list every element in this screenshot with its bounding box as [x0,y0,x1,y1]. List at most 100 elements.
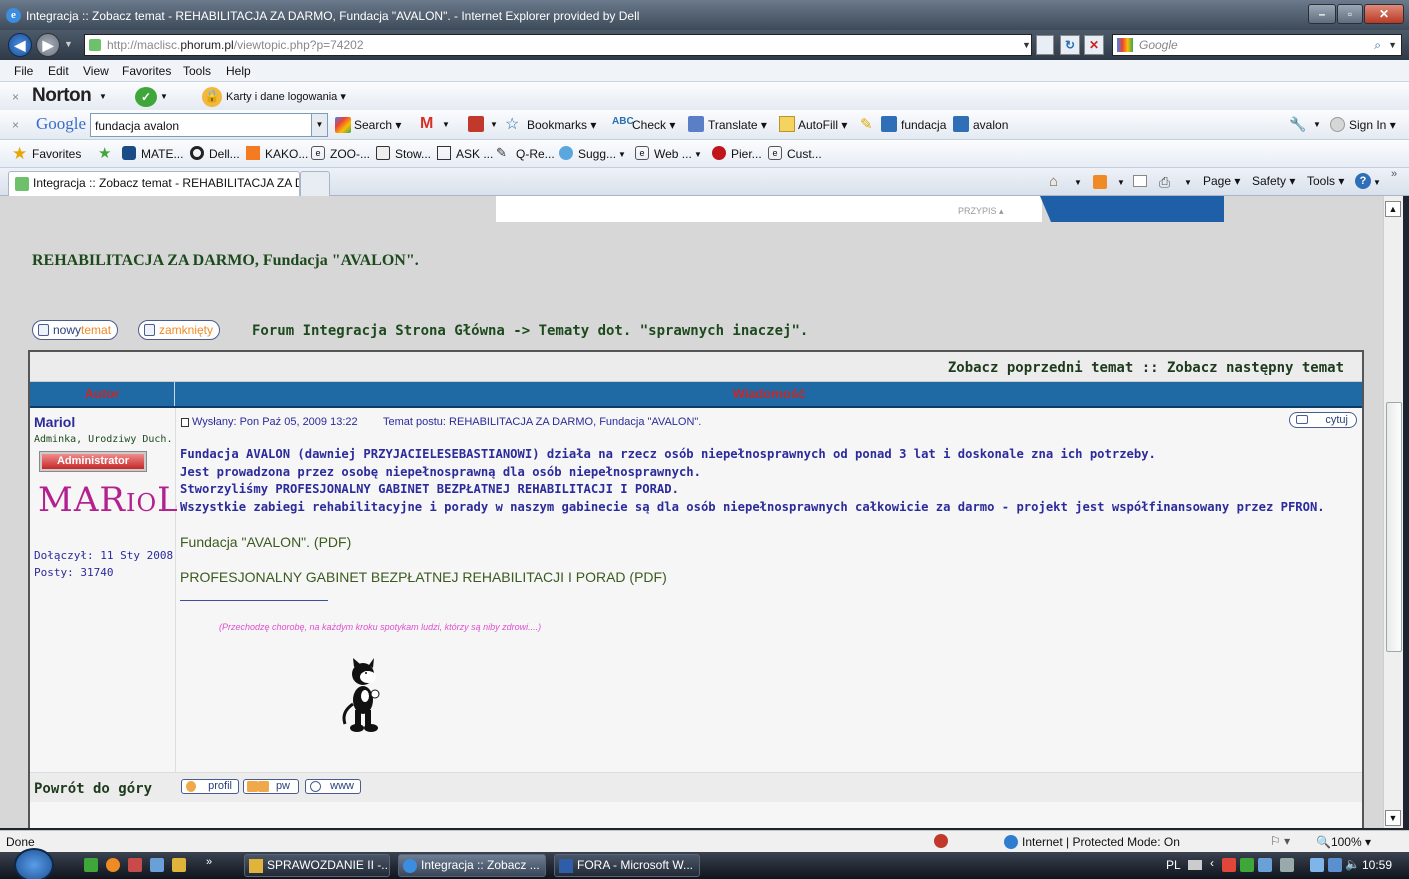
google-query-dropdown-icon[interactable]: ▼ [311,114,327,136]
highlight-icon[interactable]: ✎ [860,115,873,133]
scroll-up-arrow-icon[interactable]: ▲ [1385,201,1401,217]
address-input[interactable]: http://maclisc.phorum.pl/viewtopic.php?p… [84,34,1032,56]
print-icon[interactable]: ⎙ [1159,174,1170,191]
clock[interactable]: 10:59 [1362,858,1392,872]
tools-menu[interactable]: Tools ▾ [1307,174,1344,188]
tray-icon-3[interactable] [1258,858,1272,872]
quicklaunch-icon-1[interactable] [84,858,98,872]
history-dropdown-icon[interactable]: ▼ [64,39,73,49]
tab-integracja[interactable]: Integracja :: Zobacz temat - REHABILITAC… [8,171,300,196]
bookmark-star-icon[interactable]: ☆ [505,114,519,134]
security-zone[interactable]: Internet | Protected Mode: On [1022,835,1180,849]
norton-check-icon[interactable]: ✓ [135,87,157,107]
taskbar-item-integracja[interactable]: Integracja :: Zobacz ... [398,854,546,877]
taskbar-item-fora[interactable]: FORA - Microsoft W... [554,854,700,877]
search-input[interactable]: Google ⌕ ▼ [1112,34,1402,56]
bookmarks-button[interactable]: Bookmarks ▾ [527,118,596,132]
taskbar-item-sprawozdanie[interactable]: SPRAWOZDANIE II -... [244,854,390,877]
gmail-dropdown-icon[interactable]: ▼ [442,120,450,129]
start-button-icon[interactable] [14,848,54,879]
tray-expand-icon[interactable]: ‹ [1210,856,1214,870]
fav-item-dell[interactable]: Dell... [209,147,240,161]
fav-item-mate[interactable]: MATE... [141,147,183,161]
favorites-button[interactable]: Favorites [32,147,81,161]
fav-item-kako[interactable]: KAKO... [265,147,308,161]
popup-blocker-icon[interactable] [468,116,484,132]
menu-file[interactable]: File [14,64,33,78]
norton-logo[interactable]: Norton [32,85,92,107]
new-topic-button[interactable]: nowytemat [32,320,119,340]
keyboard-icon[interactable] [1188,860,1202,870]
help-icon[interactable]: ? [1355,173,1371,189]
quote-button[interactable]: cytuj [1289,412,1357,428]
back-to-top-link[interactable]: Powrót do góry [34,781,152,797]
sugg-dropdown-icon[interactable]: ▼ [618,150,626,159]
fav-item-cust[interactable]: Cust... [787,147,822,161]
check-button[interactable]: Check ▾ [632,118,675,132]
zoom-level[interactable]: 🔍100% ▾ [1316,835,1371,849]
closed-topic-button[interactable]: zamknięty [138,320,221,340]
quicklaunch-icon-3[interactable] [128,858,142,872]
tray-icon-2[interactable] [1240,858,1254,872]
wrench-icon[interactable]: 🔧 [1289,116,1306,133]
fav-item-qre[interactable]: Q-Re... [516,147,555,161]
home-dropdown-icon[interactable]: ▼ [1074,178,1082,187]
scroll-down-arrow-icon[interactable]: ▼ [1385,810,1401,826]
home-icon[interactable]: ⌂ [1049,173,1058,190]
tray-icon-5[interactable] [1328,858,1342,872]
network-icon[interactable] [1310,858,1324,872]
sign-in-button[interactable]: Sign In ▾ [1349,118,1396,132]
google-search-input[interactable]: fundacja avalon ▼ [90,113,328,137]
safety-menu[interactable]: Safety ▾ [1252,174,1295,188]
breadcrumb[interactable]: Forum Integracja Strona Główna -> Tematy… [252,323,808,339]
norton-check-dropdown-icon[interactable]: ▼ [160,92,168,101]
print-dropdown-icon[interactable]: ▼ [1184,178,1192,187]
www-button[interactable]: www [305,779,361,794]
close-google-toolbar-icon[interactable]: × [12,118,19,132]
maximize-button[interactable]: ▫ [1337,4,1363,24]
refresh-icon[interactable]: ↻ [1060,35,1080,55]
translate-button[interactable]: Translate ▾ [708,118,767,132]
author-name[interactable]: Mariol [34,414,75,430]
compat-view-icon[interactable] [1036,35,1054,55]
web-dropdown-icon[interactable]: ▼ [694,150,702,159]
karty-menu[interactable]: Karty i dane logowania ▾ [226,90,346,103]
security-status-icon[interactable]: ⚐ ▾ [1270,834,1290,848]
feeds-dropdown-icon[interactable]: ▼ [1117,178,1125,187]
minimize-button[interactable]: – [1308,4,1336,24]
norton-dropdown-icon[interactable]: ▼ [99,92,107,101]
popup-dropdown-icon[interactable]: ▼ [490,120,498,129]
tray-icon-1[interactable] [1222,858,1236,872]
add-favorite-icon[interactable]: ★ [98,144,111,162]
menu-view[interactable]: View [83,64,109,78]
stop-icon[interactable]: ✕ [1084,35,1104,55]
fav-item-ask[interactable]: ASK ... [456,147,493,161]
new-tab-button[interactable] [300,171,330,196]
pdf-link-gabinet[interactable]: PROFESJONALNY GABINET BEZPŁATNEJ REHABIL… [180,569,667,585]
word-fundacja[interactable]: fundacja [901,118,946,132]
scrollbar-thumb[interactable] [1386,402,1402,652]
quicklaunch-icon-4[interactable] [150,858,164,872]
fav-item-web[interactable]: Web ... [654,147,692,161]
autofill-button[interactable]: AutoFill ▾ [798,118,847,132]
fav-item-pier[interactable]: Pier... [731,147,762,161]
tray-icon-4[interactable] [1280,858,1294,872]
prev-next-links[interactable]: Zobacz poprzedni temat :: Zobacz następn… [948,360,1344,376]
chevron-right-icon[interactable]: » [1391,168,1397,180]
google-search-button[interactable]: Search ▾ [354,118,401,132]
close-window-button[interactable]: ✕ [1364,4,1404,24]
back-icon[interactable]: ◀ [8,33,32,57]
search-magnifier-icon[interactable]: ⌕ [1374,35,1381,55]
private-message-button[interactable]: pw [243,779,299,794]
menu-favorites[interactable]: Favorites [122,64,171,78]
menu-tools[interactable]: Tools [183,64,211,78]
search-options-icon[interactable]: ▼ [1388,35,1397,55]
close-toolbar-icon[interactable]: × [12,90,19,104]
gmail-icon[interactable]: M [420,115,433,133]
profile-button[interactable]: profil [181,779,239,794]
quicklaunch-icon-2[interactable] [106,858,120,872]
mail-icon[interactable] [1133,175,1147,187]
wrench-dropdown-icon[interactable]: ▼ [1313,120,1321,129]
page-menu[interactable]: Page ▾ [1203,174,1240,188]
fav-item-sugg[interactable]: Sugg... [578,147,616,161]
